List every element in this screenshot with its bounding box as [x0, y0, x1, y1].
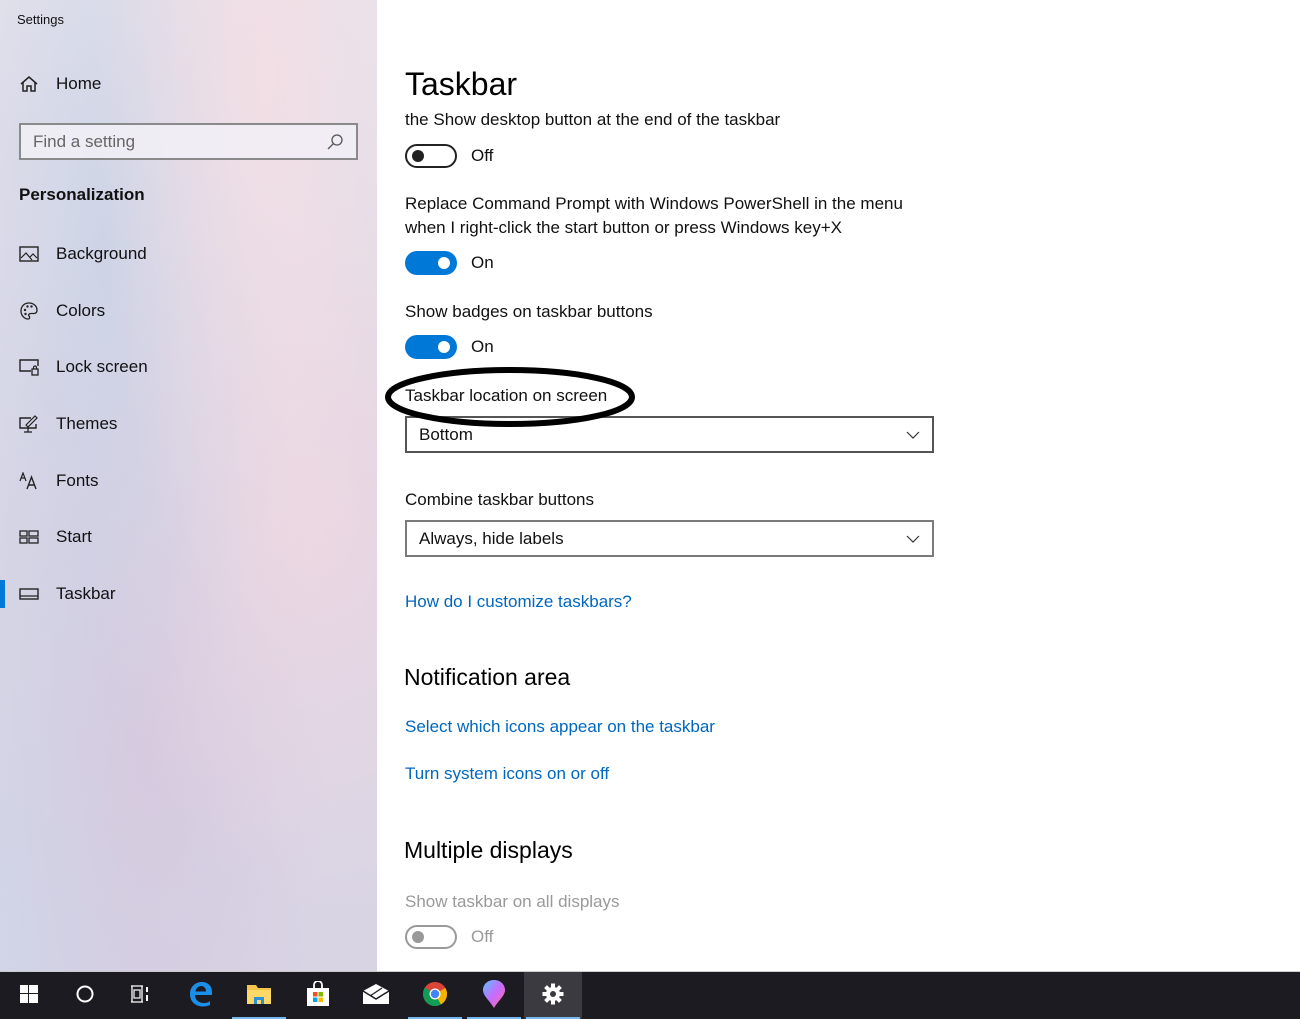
paint3d-button[interactable] [465, 972, 523, 1019]
sidebar-item-label: Start [56, 527, 92, 547]
picture-icon [19, 244, 39, 264]
mail-button[interactable] [347, 972, 405, 1019]
store-icon [306, 979, 330, 1012]
settings-button[interactable] [524, 972, 582, 1019]
fonts-icon [19, 471, 39, 491]
sidebar-item-label: Fonts [56, 470, 99, 490]
system-icons-link[interactable]: Turn system icons on or off [405, 764, 609, 784]
toggle-state: On [471, 337, 494, 356]
section-label: Personalization [19, 185, 145, 204]
location-dropdown[interactable]: Bottom [405, 416, 934, 453]
location-value: Bottom [419, 424, 473, 444]
mail-icon [362, 983, 390, 1010]
show-desktop-label: the Show desktop button at the end of th… [405, 110, 781, 129]
toggle-state: Off [471, 927, 494, 946]
show-all-displays-toggle[interactable]: Off [405, 925, 493, 949]
paint-3d-icon [482, 979, 506, 1014]
folder-icon [246, 982, 272, 1011]
app-title: Settings [17, 12, 64, 27]
main-content: Taskbar the Show desktop button at the e… [377, 0, 1300, 971]
home-label: Home [56, 74, 102, 93]
start-button[interactable] [0, 972, 58, 1019]
badges-label: Show badges on taskbar buttons [405, 302, 653, 321]
start-icon [19, 527, 39, 547]
toggle-track[interactable] [405, 335, 457, 359]
windows-logo-icon [20, 984, 38, 1008]
chrome-icon [422, 981, 448, 1012]
sidebar-item-label: Colors [56, 300, 106, 320]
toggle-thumb [438, 257, 450, 269]
notification-area-heading: Notification area [404, 664, 571, 690]
edge-button[interactable] [172, 972, 230, 1019]
task-view-icon [130, 984, 152, 1009]
multiple-displays-heading: Multiple displays [404, 837, 573, 863]
customize-help-link[interactable]: How do I customize taskbars? [405, 592, 632, 612]
badges-toggle[interactable]: On [405, 335, 494, 359]
sidebar-item-background[interactable]: Background [0, 226, 377, 283]
toggle-thumb [412, 150, 424, 162]
taskbar-icon [19, 584, 39, 604]
chevron-down-icon [906, 428, 920, 442]
gear-icon [542, 983, 564, 1010]
sidebar-item-label: Background [56, 244, 147, 264]
toggle-track[interactable] [405, 144, 457, 168]
cortana-circle-icon [75, 984, 95, 1009]
sidebar-item-label: Lock screen [56, 357, 148, 377]
sidebar-item-label: Themes [56, 414, 118, 434]
select-icons-link[interactable]: Select which icons appear on the taskbar [405, 717, 715, 737]
search-icon[interactable] [326, 133, 344, 151]
toggle-track[interactable] [405, 251, 457, 275]
palette-icon [19, 301, 39, 321]
home-icon [19, 74, 39, 94]
powershell-label-line2: when I right-click the start button or p… [405, 218, 842, 237]
sidebar-item-colors[interactable]: Colors [0, 283, 377, 340]
themes-icon [19, 414, 39, 434]
combine-label: Combine taskbar buttons [405, 490, 594, 509]
edge-icon [188, 981, 214, 1012]
chevron-down-icon [906, 532, 920, 546]
sidebar-item-start[interactable]: Start [0, 509, 377, 566]
search-input[interactable] [33, 131, 326, 152]
toggle-thumb [438, 341, 450, 353]
toggle-state: Off [471, 146, 494, 165]
location-label: Taskbar location on screen [405, 386, 608, 405]
page-title: Taskbar [405, 66, 518, 102]
sidebar-item-themes[interactable]: Themes [0, 396, 377, 453]
task-view-button[interactable] [112, 972, 170, 1019]
toggle-thumb [412, 931, 424, 943]
chrome-button[interactable] [406, 972, 464, 1019]
sidebar-item-lock-screen[interactable]: Lock screen [0, 339, 377, 396]
combine-dropdown[interactable]: Always, hide labels [405, 520, 934, 557]
windows-taskbar [0, 971, 1300, 1019]
store-button[interactable] [289, 972, 347, 1019]
sidebar-nav: Background Colors Lock screen Themes Fon… [0, 226, 377, 622]
sidebar-item-label: Taskbar [56, 583, 116, 603]
search-box[interactable] [19, 123, 358, 160]
combine-value: Always, hide labels [419, 528, 564, 548]
toggle-track[interactable] [405, 925, 457, 949]
sidebar-item-taskbar[interactable]: Taskbar [0, 566, 377, 623]
show-desktop-toggle[interactable]: Off [405, 144, 493, 168]
sidebar: Settings Home Personalization Background… [0, 0, 377, 971]
show-all-displays-label: Show taskbar on all displays [405, 892, 620, 911]
cortana-button[interactable] [56, 972, 114, 1019]
sidebar-item-fonts[interactable]: Fonts [0, 452, 377, 509]
powershell-toggle[interactable]: On [405, 251, 494, 275]
home-nav-item[interactable]: Home [19, 74, 101, 94]
lock-screen-icon [19, 357, 39, 377]
toggle-state: On [471, 253, 494, 272]
file-explorer-button[interactable] [230, 972, 288, 1019]
powershell-label-line1: Replace Command Prompt with Windows Powe… [405, 194, 903, 213]
